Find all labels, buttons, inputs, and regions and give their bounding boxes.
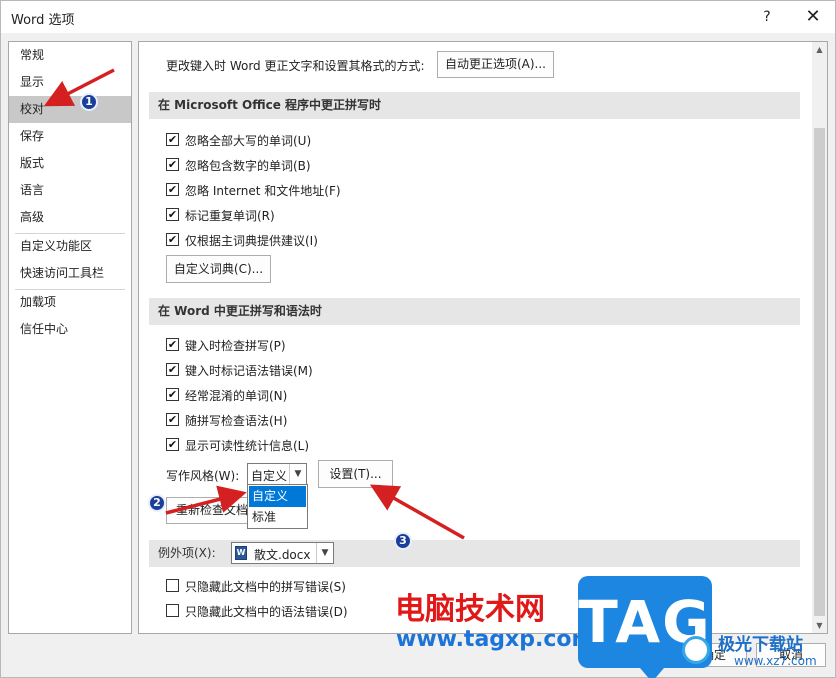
autocorrect-options-button[interactable]: 自动更正选项(A)... <box>437 51 554 78</box>
ignore-numbers-label: 忽略包含数字的单词(B) <box>185 159 311 173</box>
word-section-heading: 在 Word 中更正拼写和语法时 <box>149 298 800 325</box>
nav-item-advanced[interactable]: 高级 <box>9 204 131 231</box>
custom-dictionaries-button[interactable]: 自定义词典(C)... <box>166 255 271 283</box>
exceptions-document-name: 散文.docx <box>254 548 311 562</box>
check-spelling-label: 键入时检查拼写(P) <box>185 339 286 353</box>
dialog-title: Word 选项 <box>11 13 75 28</box>
nav-item-save[interactable]: 保存 <box>9 123 131 150</box>
writing-style-option-standard[interactable]: 标准 <box>249 507 306 528</box>
readability-stats-label: 显示可读性统计信息(L) <box>185 439 310 453</box>
flag-repeated-checkbox[interactable]: ✔ <box>166 208 179 221</box>
exceptions-label: 例外项(X): <box>158 546 216 560</box>
confused-words-label: 经常混淆的单词(N) <box>185 389 288 403</box>
confused-words-checkbox[interactable]: ✔ <box>166 388 179 401</box>
nav-item-customize-ribbon[interactable]: 自定义功能区 <box>9 233 131 260</box>
watermark-url: www.tagxp.com <box>396 627 595 652</box>
nav-item-quick-access-toolbar[interactable]: 快速访问工具栏 <box>9 260 131 287</box>
office-section-heading: 在 Microsoft Office 程序中更正拼写时 <box>149 92 800 119</box>
writing-style-option-custom[interactable]: 自定义 <box>249 486 306 507</box>
step-badge-1: 1 <box>80 93 98 111</box>
xz7-brand-name: 极光下载站 <box>718 635 803 655</box>
help-button[interactable]: ? <box>755 5 779 29</box>
nav-item-trust-center[interactable]: 信任中心 <box>9 316 131 343</box>
writing-style-label: 写作风格(W): <box>166 469 240 483</box>
main-dict-only-label: 仅根据主词典提供建议(I) <box>185 234 318 248</box>
settings-button[interactable]: 设置(T)... <box>318 460 393 488</box>
check-spelling-checkbox[interactable]: ✔ <box>166 338 179 351</box>
nav-item-layout[interactable]: 版式 <box>9 150 131 177</box>
xz7-brand-url: www.xz7.com <box>734 654 817 668</box>
autocorrect-label: 更改键入时 Word 更正文字和设置其格式的方式: <box>166 59 425 73</box>
writing-style-select[interactable]: 自定义 ▼ <box>247 463 307 485</box>
writing-style-dropdown: 自定义 标准 <box>247 484 308 529</box>
step-badge-3: 3 <box>394 532 412 550</box>
chevron-down-icon: ▼ <box>316 543 333 563</box>
word-options-dialog: Word 选项 ? ✕ 常规 显示 校对 保存 版式 语言 高级 自定义功能区 … <box>0 0 836 678</box>
options-nav: 常规 显示 校对 保存 版式 语言 高级 自定义功能区 快速访问工具栏 加载项 … <box>8 41 132 634</box>
hide-grammar-errors-checkbox[interactable] <box>166 604 179 617</box>
ignore-numbers-checkbox[interactable]: ✔ <box>166 158 179 171</box>
title-bar: Word 选项 ? ✕ <box>1 1 835 33</box>
hide-spelling-errors-checkbox[interactable] <box>166 579 179 592</box>
proofing-panel: 更改键入时 Word 更正文字和设置其格式的方式: 自动更正选项(A)... 在… <box>138 41 828 634</box>
step-badge-2: 2 <box>148 494 166 512</box>
ignore-internet-checkbox[interactable]: ✔ <box>166 183 179 196</box>
nav-item-add-ins[interactable]: 加载项 <box>9 289 131 316</box>
nav-item-general[interactable]: 常规 <box>9 42 131 69</box>
content-scrollbar[interactable]: ▲ ▼ <box>812 42 827 633</box>
grammar-with-spelling-checkbox[interactable]: ✔ <box>166 413 179 426</box>
nav-item-display[interactable]: 显示 <box>9 69 131 96</box>
mark-grammar-label: 键入时标记语法错误(M) <box>185 364 313 378</box>
grammar-with-spelling-label: 随拼写检查语法(H) <box>185 414 288 428</box>
hide-grammar-errors-label: 只隐藏此文档中的语法错误(D) <box>185 605 348 619</box>
writing-style-value: 自定义 <box>251 469 288 483</box>
exceptions-document-select[interactable]: W 散文.docx ▼ <box>231 542 334 564</box>
scroll-thumb[interactable] <box>814 128 825 616</box>
ignore-uppercase-label: 忽略全部大写的单词(U) <box>185 134 312 148</box>
chevron-down-icon: ▼ <box>289 464 306 484</box>
readability-stats-checkbox[interactable]: ✔ <box>166 438 179 451</box>
word-document-icon: W <box>235 546 247 560</box>
close-button[interactable]: ✕ <box>799 5 827 29</box>
xz7-logo: 极光下载站 www.xz7.com <box>676 620 836 678</box>
main-dict-only-checkbox[interactable]: ✔ <box>166 233 179 246</box>
scroll-up-icon[interactable]: ▲ <box>812 42 827 57</box>
watermark-site-name: 电脑技术网 <box>395 592 545 627</box>
flag-repeated-label: 标记重复单词(R) <box>185 209 275 223</box>
ignore-internet-label: 忽略 Internet 和文件地址(F) <box>185 184 341 198</box>
nav-item-language[interactable]: 语言 <box>9 177 131 204</box>
hide-spelling-errors-label: 只隐藏此文档中的拼写错误(S) <box>185 580 346 594</box>
ignore-uppercase-checkbox[interactable]: ✔ <box>166 133 179 146</box>
mark-grammar-checkbox[interactable]: ✔ <box>166 363 179 376</box>
nav-item-proofing[interactable]: 校对 <box>9 96 131 123</box>
aurora-icon <box>682 636 710 664</box>
